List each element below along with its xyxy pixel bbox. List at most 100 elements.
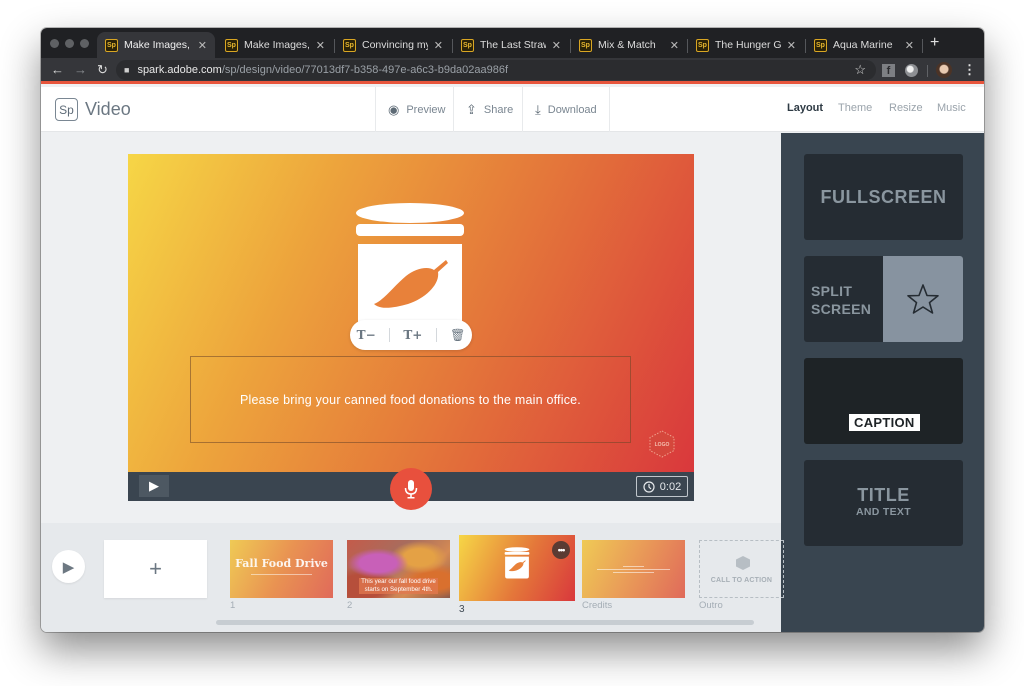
clock-icon — [643, 480, 655, 493]
close-tab-icon[interactable]: ✕ — [316, 39, 325, 52]
new-tab-button[interactable]: + — [930, 34, 939, 52]
maximize-window-button[interactable] — [80, 39, 89, 48]
call-to-action-label: CALL TO ACTION — [710, 577, 773, 584]
preview-button[interactable]: ◉ Preview — [375, 87, 457, 132]
tab-theme[interactable]: Theme — [838, 102, 872, 114]
app-header: Sp Video ◉ Preview ⇪ Share ⤓ Download La… — [41, 87, 984, 132]
add-slide-button[interactable]: + — [104, 540, 207, 598]
spark-favicon-icon: Sp — [579, 38, 592, 52]
close-tab-icon[interactable]: ✕ — [552, 39, 561, 52]
duration-value: 0:02 — [659, 480, 682, 493]
toolbar-divider — [435, 328, 437, 342]
close-tab-icon[interactable]: ✕ — [787, 39, 796, 52]
record-voice-button[interactable] — [390, 468, 432, 510]
spark-favicon-icon: Sp — [105, 38, 118, 52]
close-window-button[interactable] — [50, 39, 59, 48]
timeline-scrollbar[interactable] — [216, 620, 754, 625]
slide-duration-button[interactable]: 0:02 — [636, 476, 688, 497]
play-video-button[interactable]: ▶ — [52, 550, 85, 583]
layout-fullscreen-label: FULLSCREEN — [820, 186, 947, 207]
more-options-button[interactable]: ••• — [552, 541, 570, 559]
url-path: /sp/design/video/77013df7-b358-497e-a6c3… — [221, 64, 509, 76]
credits-text-line — [623, 566, 644, 567]
eye-icon: ◉ — [388, 101, 400, 117]
delete-icon[interactable]: 🗑 — [450, 328, 465, 342]
close-tab-icon[interactable]: ✕ — [198, 39, 207, 52]
layout-split-screen-option[interactable]: SPLIT SCREEN — [804, 256, 963, 342]
close-tab-icon[interactable]: ✕ — [434, 39, 443, 52]
app-title: Video — [85, 99, 131, 119]
close-tab-icon[interactable]: ✕ — [670, 39, 679, 52]
close-tab-icon[interactable]: ✕ — [905, 39, 914, 52]
browser-tab-2[interactable]: Sp Make Images, Vid ✕ — [217, 32, 333, 58]
address-toolbar: ← → ↻ ■ spark.adobe.com/sp/design/video/… — [41, 58, 984, 84]
layout-caption-option[interactable]: CAPTION — [804, 358, 963, 444]
credits-text-line — [612, 572, 655, 573]
caption-text-box[interactable]: Please bring your canned food donations … — [190, 356, 631, 443]
browser-tab-1[interactable]: Sp Make Images, Vid ✕ — [97, 32, 215, 58]
tab-bar: Sp Make Images, Vid ✕ Sp Make Images, Vi… — [41, 28, 984, 58]
tab-layout[interactable]: Layout — [787, 102, 823, 114]
slide-thumbnail-1[interactable]: Fall Food Drive — [230, 540, 333, 598]
thumbnail-title: Fall Food Drive — [235, 557, 328, 570]
reload-icon[interactable]: ↻ — [97, 62, 108, 78]
layout-panel: FULLSCREEN SPLIT SCREEN CAPTION TITLE AN… — [781, 133, 984, 632]
tab-title: The Hunger Gam — [715, 39, 781, 51]
browser-tab-4[interactable]: Sp The Last Straw ✕ — [453, 32, 569, 58]
thumbnail-subtitle-line — [250, 574, 313, 575]
layout-fullscreen-option[interactable]: FULLSCREEN — [804, 154, 963, 240]
tab-title: The Last Straw — [480, 39, 546, 51]
browser-tab-7[interactable]: Sp Aqua Marine ✕ — [806, 32, 922, 58]
slide-canvas[interactable]: T− T+ 🗑 Please bring your canned food do… — [128, 154, 694, 472]
decrease-text-size-button[interactable]: T− — [357, 328, 376, 342]
play-slide-button[interactable]: ▶ — [139, 475, 169, 497]
facebook-extension-icon[interactable]: f — [882, 64, 895, 77]
layout-title-and-text-option[interactable]: TITLE AND TEXT — [804, 460, 963, 546]
slide-label-credits: Credits — [582, 600, 613, 611]
back-icon[interactable]: ← — [51, 62, 64, 77]
slide-thumbnail-outro[interactable]: CALL TO ACTION — [699, 540, 784, 598]
split-image-area — [883, 256, 963, 342]
thumbnail-caption: This year our fall food drive starts on … — [359, 578, 438, 594]
download-label: Download — [547, 103, 597, 116]
preview-label: Preview — [406, 103, 446, 116]
spark-logo-icon[interactable]: Sp — [55, 98, 78, 121]
play-icon: ▶ — [62, 558, 75, 576]
microphone-icon — [404, 480, 418, 499]
minimize-window-button[interactable] — [65, 39, 74, 48]
extension-icon[interactable] — [905, 64, 918, 77]
layout-caption-label: CAPTION — [849, 414, 920, 431]
slide-number-label: 3 — [459, 604, 465, 615]
layout-split-label-line1: SPLIT — [811, 283, 853, 299]
browser-tab-5[interactable]: Sp Mix & Match ✕ — [571, 32, 687, 58]
download-button[interactable]: ⤓ Download — [522, 87, 610, 132]
logo-placeholder[interactable]: LOGO — [648, 430, 676, 458]
tab-divider — [922, 39, 923, 53]
tab-resize[interactable]: Resize — [889, 102, 923, 114]
forward-icon[interactable]: → — [74, 62, 87, 77]
browser-tab-3[interactable]: Sp Convincing my pa ✕ — [335, 32, 451, 58]
layout-title-label: TITLE — [857, 485, 910, 505]
plus-icon: + — [149, 556, 162, 581]
slide-thumbnail-credits[interactable] — [582, 540, 685, 598]
slide-thumbnail-2[interactable]: This year our fall food drive starts on … — [347, 540, 450, 598]
logo-placeholder-label: LOGO — [655, 442, 670, 448]
profile-avatar[interactable] — [936, 62, 952, 78]
download-icon: ⤓ — [535, 101, 541, 117]
text-format-toolbar: T− T+ 🗑 — [350, 320, 472, 350]
browser-tab-6[interactable]: Sp The Hunger Gam ✕ — [688, 32, 804, 58]
slide-thumbnail-3-selected[interactable]: ••• — [459, 535, 575, 601]
browser-menu-icon[interactable]: ⋮ — [963, 62, 976, 78]
spark-favicon-icon: Sp — [461, 38, 474, 52]
bookmark-star-icon[interactable]: ☆ — [854, 62, 866, 78]
spark-favicon-icon: Sp — [696, 38, 709, 52]
slide-canvas-area: T− T+ 🗑 Please bring your canned food do… — [41, 133, 781, 523]
increase-text-size-button[interactable]: T+ — [403, 328, 422, 342]
slide-label-outro: Outro — [699, 600, 723, 611]
logo-placeholder-icon — [736, 556, 750, 570]
share-button[interactable]: ⇪ Share — [453, 87, 525, 132]
play-icon: ▶ — [149, 478, 159, 493]
url-bar[interactable]: ■ spark.adobe.com/sp/design/video/77013d… — [116, 60, 876, 80]
tab-music[interactable]: Music — [937, 102, 966, 114]
tab-title: Mix & Match — [598, 39, 656, 51]
